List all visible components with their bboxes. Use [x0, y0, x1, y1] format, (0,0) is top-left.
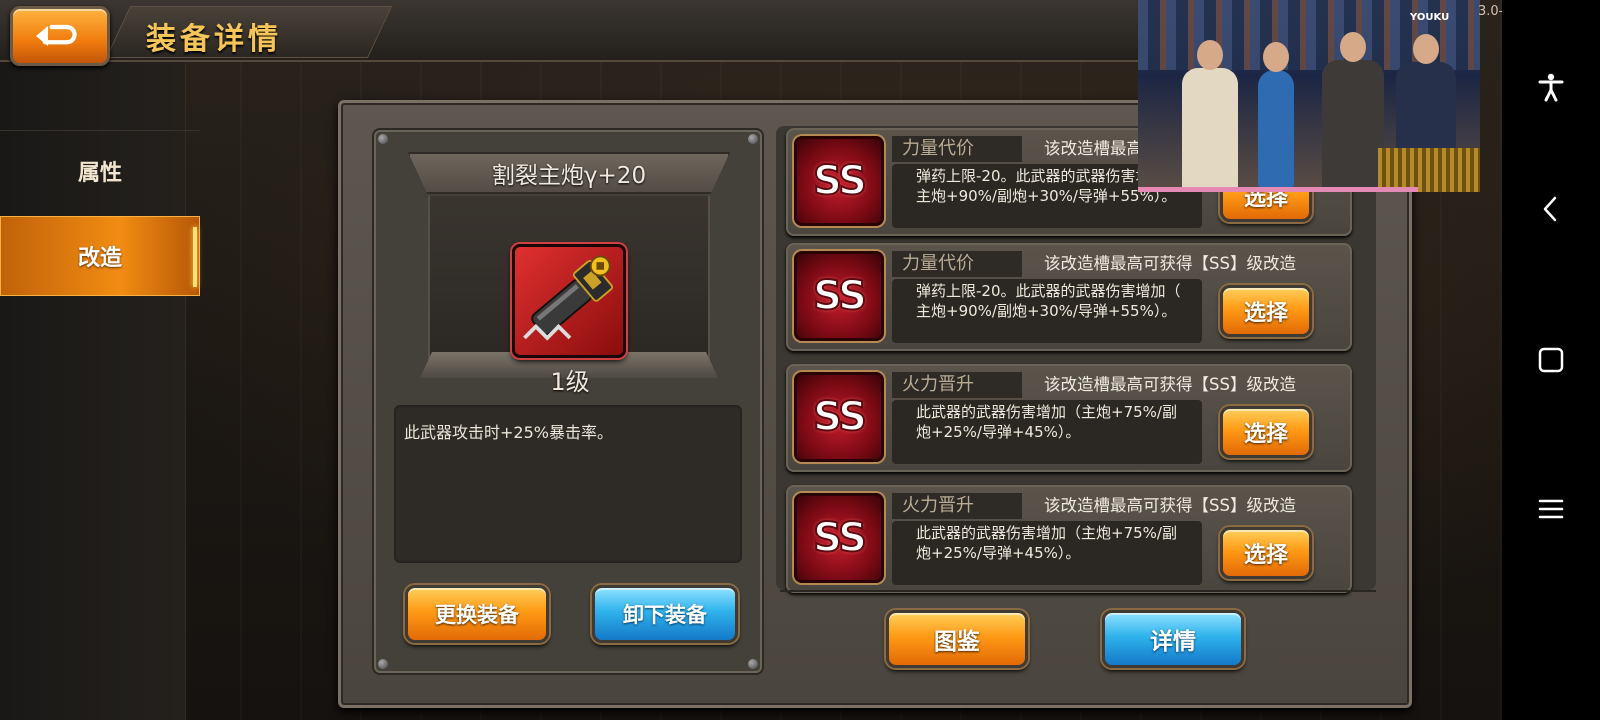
ss-grade-icon: SS	[794, 372, 884, 462]
select-button[interactable]: 选择	[1220, 406, 1312, 458]
performer-head	[1263, 42, 1289, 72]
video-stage-table	[1378, 148, 1480, 192]
codex-button[interactable]: 图鉴	[886, 610, 1028, 668]
mod-description: 此武器的武器伤害增加（主炮+75%/副 炮+25%/导弹+45%）。	[892, 400, 1202, 464]
video-progress-bar	[1138, 187, 1418, 192]
page-title: 装备详情	[146, 22, 282, 57]
weapon-icon	[523, 255, 614, 341]
mod-name: 力量代价	[892, 136, 1022, 162]
performer-head	[1413, 34, 1439, 64]
mod-description: 此武器的武器伤害增加（主炮+75%/副 炮+25%/导弹+45%）。	[892, 521, 1202, 585]
equipment-name: 割裂主炮γ+20	[491, 163, 647, 189]
grade-label: SS	[812, 157, 868, 205]
list-bottom-edge	[780, 590, 1376, 592]
equipment-description: 此武器攻击时+25%暴击率。	[404, 423, 613, 442]
video-performer	[1182, 40, 1238, 192]
menu-icon[interactable]	[1534, 492, 1568, 526]
video-logo: YOUKU	[1410, 12, 1450, 23]
floating-video-window[interactable]: YOUKU	[1138, 0, 1480, 192]
mod-slot-2: SS 力量代价 该改造槽最高可获得【SS】级改造 弹药上限-20。此武器的武器伤…	[786, 243, 1352, 351]
mod-cap-text: 该改造槽最高可获得【SS】级改造	[1044, 375, 1296, 394]
select-button[interactable]: 选择	[1220, 527, 1312, 579]
video-performer	[1322, 32, 1384, 192]
grade-label: SS	[812, 514, 868, 562]
rivet	[378, 134, 388, 144]
ss-grade-icon: SS	[794, 493, 884, 583]
side-tabs: 属性 改造	[0, 130, 200, 296]
ss-grade-icon: SS	[794, 251, 884, 341]
accessibility-icon[interactable]	[1534, 70, 1568, 104]
equipment-level: 1级	[550, 368, 590, 396]
equipment-name-plate: 割裂主炮γ+20	[408, 152, 730, 194]
mod-slot-4: SS 火力晋升 该改造槽最高可获得【SS】级改造 此武器的武器伤害增加（主炮+7…	[786, 485, 1352, 593]
tab-label: 改造	[77, 246, 122, 271]
mod-desc-line: 炮+25%/导弹+45%）。	[916, 544, 1081, 562]
home-icon[interactable]	[1534, 343, 1568, 377]
mod-cap-text: 该改造槽最高可获得【SS】级改造	[1044, 254, 1296, 273]
system-nav-bar	[1502, 0, 1600, 720]
grade-label: SS	[812, 272, 868, 320]
rivet	[748, 134, 758, 144]
mod-name: 火力晋升	[892, 372, 1022, 398]
mod-slot-3: SS 火力晋升 该改造槽最高可获得【SS】级改造 此武器的武器伤害增加（主炮+7…	[786, 364, 1352, 472]
mod-desc-line: 此武器的武器伤害增加（主炮+75%/副	[916, 524, 1177, 542]
rivet	[748, 659, 758, 669]
tab-modify[interactable]: 改造	[0, 216, 200, 296]
mod-description: 弹药上限-20。此武器的武器伤害增加（ 主炮+90%/副炮+30%/导弹+55%…	[892, 279, 1202, 343]
unequip-button[interactable]: 卸下装备	[592, 585, 738, 643]
performer-head	[1340, 32, 1366, 62]
mod-desc-line: 主炮+90%/副炮+30%/导弹+55%）。	[916, 302, 1177, 320]
rivet	[378, 659, 388, 669]
back-button[interactable]	[10, 6, 110, 66]
back-arrow-icon	[36, 24, 77, 46]
tab-attributes[interactable]: 属性	[0, 130, 200, 210]
mod-name: 力量代价	[892, 251, 1022, 277]
mod-desc-line: 弹药上限-20。此武器的武器伤害增加（	[916, 282, 1181, 300]
equipment-description-box: 此武器攻击时+25%暴击率。	[394, 405, 742, 563]
ss-grade-icon: SS	[794, 136, 884, 226]
details-button[interactable]: 详情	[1102, 610, 1244, 668]
tab-label: 属性	[77, 160, 122, 186]
chainsaw-cannon-icon[interactable]	[512, 244, 626, 358]
performer-head	[1197, 40, 1223, 70]
mod-desc-line: 此武器的武器伤害增加（主炮+75%/副	[916, 403, 1177, 421]
mod-cap-text: 该改造槽最高可获得【SS】级改造	[1044, 496, 1296, 515]
select-button[interactable]: 选择	[1220, 285, 1312, 337]
video-performer	[1258, 42, 1294, 188]
back-icon[interactable]	[1534, 192, 1568, 226]
replace-equipment-button[interactable]: 更换装备	[405, 585, 549, 643]
mod-desc-line: 炮+25%/导弹+45%）。	[916, 423, 1081, 441]
mod-name: 火力晋升	[892, 493, 1022, 519]
grade-label: SS	[812, 393, 868, 441]
